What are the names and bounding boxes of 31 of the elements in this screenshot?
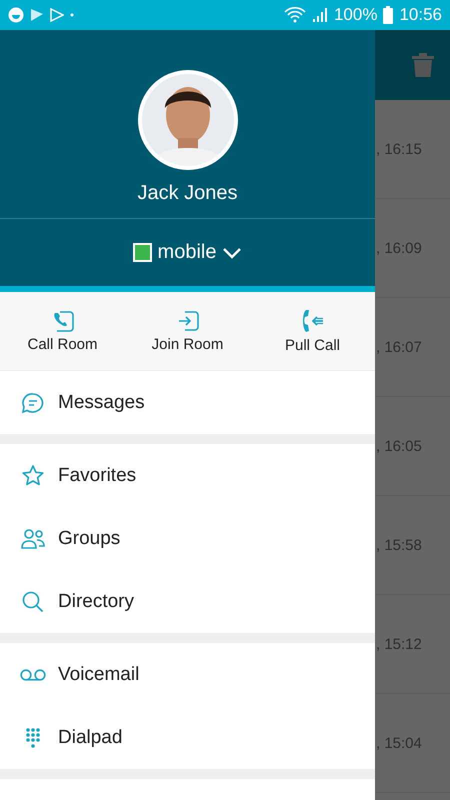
timestamp: , 16:07 [376,338,422,356]
play-store-icon [50,8,64,22]
voicemail-icon [20,668,46,682]
battery-icon [383,6,394,24]
star-icon [21,464,45,488]
action-button[interactable]: Pull Call [258,304,368,358]
timestamp: , 16:15 [376,140,422,158]
dialpad-icon [25,726,41,749]
timestamp: , 15:04 [376,734,422,752]
timestamp: , 15:12 [376,636,422,652]
dot-icon [70,13,74,17]
chat-icon [21,392,45,414]
signal-icon [312,7,328,23]
phone-arrow-icon [300,308,324,333]
action-button[interactable]: Call Room [8,306,118,357]
clock: 10:56 [399,5,442,25]
phone-room-icon [52,310,74,332]
timestamp: , 16:09 [376,240,422,256]
chevron-down-icon [222,246,242,259]
people-icon [20,526,46,551]
presence-dropdown[interactable]: mobile [128,237,246,268]
smiley-icon [8,7,24,23]
trash-icon[interactable] [412,53,434,77]
wifi-icon [284,7,306,23]
timestamp: , 15:58 [376,536,422,554]
battery-percentage: 100% [334,5,378,25]
action-button[interactable]: Join Room [132,306,242,357]
enter-icon [176,310,198,332]
user-name: Jack Jones [137,182,238,205]
search-icon [21,590,45,614]
timestamp: , 16:05 [376,438,422,454]
